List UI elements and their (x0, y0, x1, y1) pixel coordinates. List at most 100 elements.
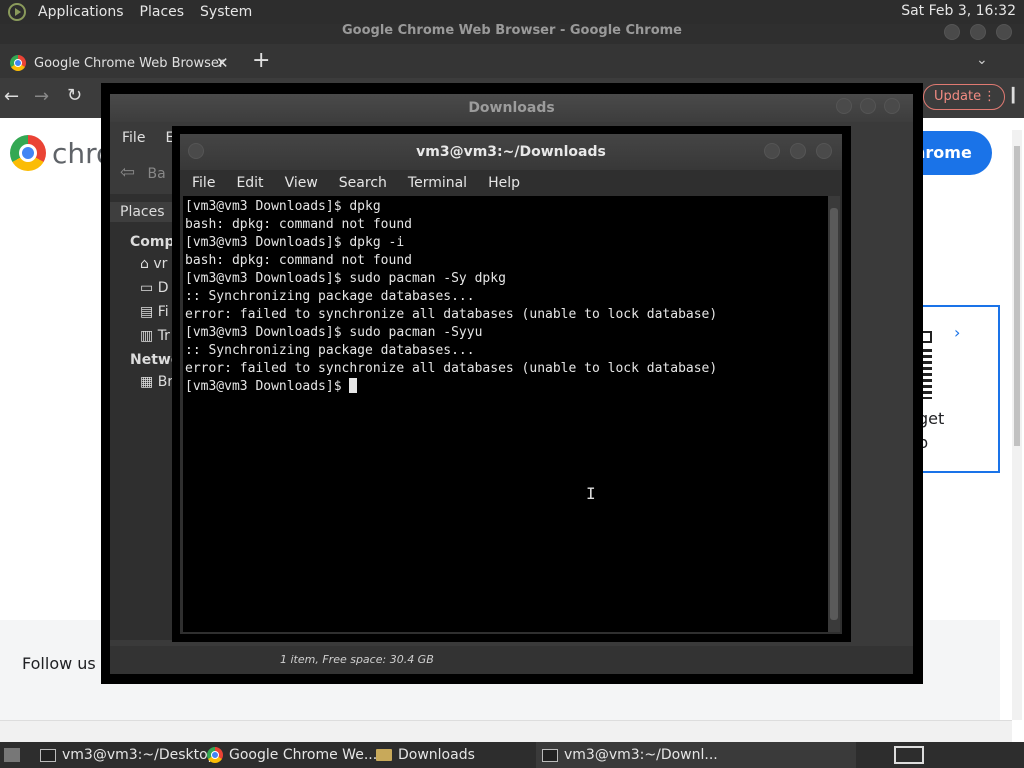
distro-logo-icon[interactable] (8, 3, 26, 21)
qr-pattern-icon (922, 349, 932, 399)
chrome-logo-icon (10, 135, 46, 171)
chevron-right-icon[interactable]: › (954, 323, 960, 342)
menu-edit[interactable]: Edit (236, 175, 263, 191)
chrome-tab-bar: Google Chrome Web Browser ✕ + ⌄ (0, 44, 1024, 78)
top-panel: Applications Places System Sat Feb 3, 16… (0, 0, 1024, 24)
terminal-line: :: Synchronizing package databases... (185, 289, 475, 304)
text-cursor (349, 378, 358, 393)
folder-icon (376, 749, 392, 761)
back-arrow-icon: ⇦ (120, 162, 136, 183)
menu-terminal[interactable]: Terminal (408, 175, 467, 191)
close-button[interactable] (816, 143, 832, 159)
downloads-title-text: Downloads (468, 100, 555, 116)
status-text: 1 item, Free space: 30.4 GB (280, 653, 434, 666)
page-scrollbar-thumb[interactable] (1014, 146, 1020, 446)
update-button[interactable]: Update ⋮ (923, 84, 1005, 110)
menu-search[interactable]: Search (339, 175, 387, 191)
clock[interactable]: Sat Feb 3, 16:32 (901, 3, 1016, 19)
terminal-line: bash: dpkg: command not found (185, 253, 412, 268)
sidebar-item-desktop[interactable]: ▭ D (140, 280, 168, 296)
back-arrow-icon[interactable]: ← (4, 86, 19, 107)
menu-applications[interactable]: Applications (30, 4, 132, 20)
chrome-favicon-icon (10, 55, 26, 71)
window-menu-button[interactable] (188, 143, 204, 159)
show-desktop-button[interactable] (4, 742, 20, 768)
terminal-line: [vm3@vm3 Downloads]$ sudo pacman -Sy dpk… (185, 271, 506, 286)
sidebar-item-label: Br (157, 374, 174, 390)
menu-places[interactable]: Places (132, 4, 193, 20)
forward-arrow-icon[interactable]: → (34, 86, 49, 107)
drive-icon: ▤ (140, 304, 158, 320)
new-tab-plus-icon[interactable]: + (252, 48, 270, 73)
desktop-icon: ▭ (140, 280, 158, 296)
terminal-title-text: vm3@vm3:~/Downloads (416, 144, 606, 160)
menu-view[interactable]: View (285, 175, 318, 191)
terminal-title-bar[interactable]: vm3@vm3:~/Downloads (180, 134, 842, 170)
ibeam-cursor-icon: I (586, 484, 596, 503)
task-downloads[interactable]: Downloads (376, 742, 475, 768)
menu-help[interactable]: Help (488, 175, 520, 191)
more-vert-icon[interactable]: ⋮ (983, 85, 996, 109)
terminal-prompt-line[interactable]: [vm3@vm3 Downloads]$ (185, 378, 826, 396)
chrome-tab-title: Google Chrome Web Browser (34, 55, 225, 71)
terminal-window: vm3@vm3:~/Downloads File Edit View Searc… (180, 134, 842, 634)
menu-system[interactable]: System (192, 4, 260, 20)
terminal-line: error: failed to synchronize all databas… (185, 307, 718, 322)
terminal-line: error: failed to synchronize all databas… (185, 361, 718, 376)
home-icon: ⌂ (140, 256, 154, 272)
terminal-prompt: [vm3@vm3 Downloads]$ (185, 379, 350, 394)
task-label: vm3@vm3:~/Desktop (62, 747, 217, 763)
workspace-switcher[interactable] (894, 742, 924, 768)
sidebar-item-label: Fi (157, 304, 169, 320)
minimize-button[interactable] (836, 98, 852, 114)
maximize-button[interactable] (860, 98, 876, 114)
terminal-line: [vm3@vm3 Downloads]$ dpkg (185, 199, 381, 214)
task-label: vm3@vm3:~/Downl... (564, 747, 718, 763)
terminal-output[interactable]: [vm3@vm3 Downloads]$ dpkg bash: dpkg: com… (183, 196, 828, 632)
back-button-label: Ba (147, 166, 166, 182)
sidebar-item-trash[interactable]: ▥ Tr (140, 328, 170, 344)
downloads-statusbar: 1 item, Free space: 30.4 GB (110, 646, 913, 674)
qr-card[interactable]: › get p (918, 305, 1000, 473)
downloads-window-title[interactable]: Downloads (110, 94, 913, 122)
network-icon: ▦ (140, 374, 158, 390)
minimize-button[interactable] (944, 24, 960, 40)
chrome-tab[interactable]: Google Chrome Web Browser ✕ (0, 48, 240, 78)
menu-file[interactable]: File (122, 130, 145, 146)
chrome-window-title-text: Google Chrome Web Browser - Google Chrom… (342, 23, 682, 38)
task-terminal-desktop[interactable]: vm3@vm3:~/Desktop (40, 742, 217, 768)
menu-file[interactable]: File (192, 175, 215, 191)
sidebar-item-browse-network[interactable]: ▦ Br (140, 374, 173, 390)
sidebar-item-label: vr (153, 256, 168, 272)
terminal-scrollbar-thumb[interactable] (830, 208, 838, 620)
maximize-button[interactable] (970, 24, 986, 40)
update-button-label: Update (934, 89, 982, 104)
chrome-window-title[interactable]: Google Chrome Web Browser - Google Chrom… (0, 24, 1024, 44)
terminal-icon (542, 748, 558, 762)
task-terminal-downloads[interactable]: vm3@vm3:~/Downl... (536, 742, 856, 768)
maximize-button[interactable] (790, 143, 806, 159)
task-chrome[interactable]: Google Chrome We... (207, 742, 377, 768)
show-desktop-icon (4, 748, 20, 762)
terminal-line: bash: dpkg: command not found (185, 217, 412, 232)
sidebar-item-label: D (157, 280, 169, 296)
back-button[interactable]: ⇦ Ba (120, 162, 166, 183)
minimize-button[interactable] (764, 143, 780, 159)
follow-us-text: Follow us (22, 654, 96, 673)
chrome-icon (207, 747, 223, 763)
chrome-wordmark[interactable]: chro (10, 135, 113, 171)
close-button[interactable] (996, 24, 1012, 40)
close-button[interactable] (884, 98, 900, 114)
trash-icon: ▥ (140, 328, 158, 344)
toolbar-overflow-icon[interactable]: ▎ (1012, 88, 1023, 104)
sidebar-item-home[interactable]: ⌂ vr (140, 256, 167, 272)
sidebar-item-label: Tr (157, 328, 170, 344)
sidebar-item-filesystem[interactable]: ▤ Fi (140, 304, 169, 320)
workspace-icon (894, 746, 924, 764)
terminal-menubar: File Edit View Search Terminal Help (180, 170, 842, 196)
tab-close-icon[interactable]: ✕ (216, 54, 229, 72)
terminal-line: :: Synchronizing package databases... (185, 343, 475, 358)
tab-search-chevron-icon[interactable]: ⌄ (976, 52, 988, 68)
page-horizontal-scrollbar[interactable] (0, 720, 1012, 742)
reload-icon[interactable]: ↻ (67, 85, 82, 106)
